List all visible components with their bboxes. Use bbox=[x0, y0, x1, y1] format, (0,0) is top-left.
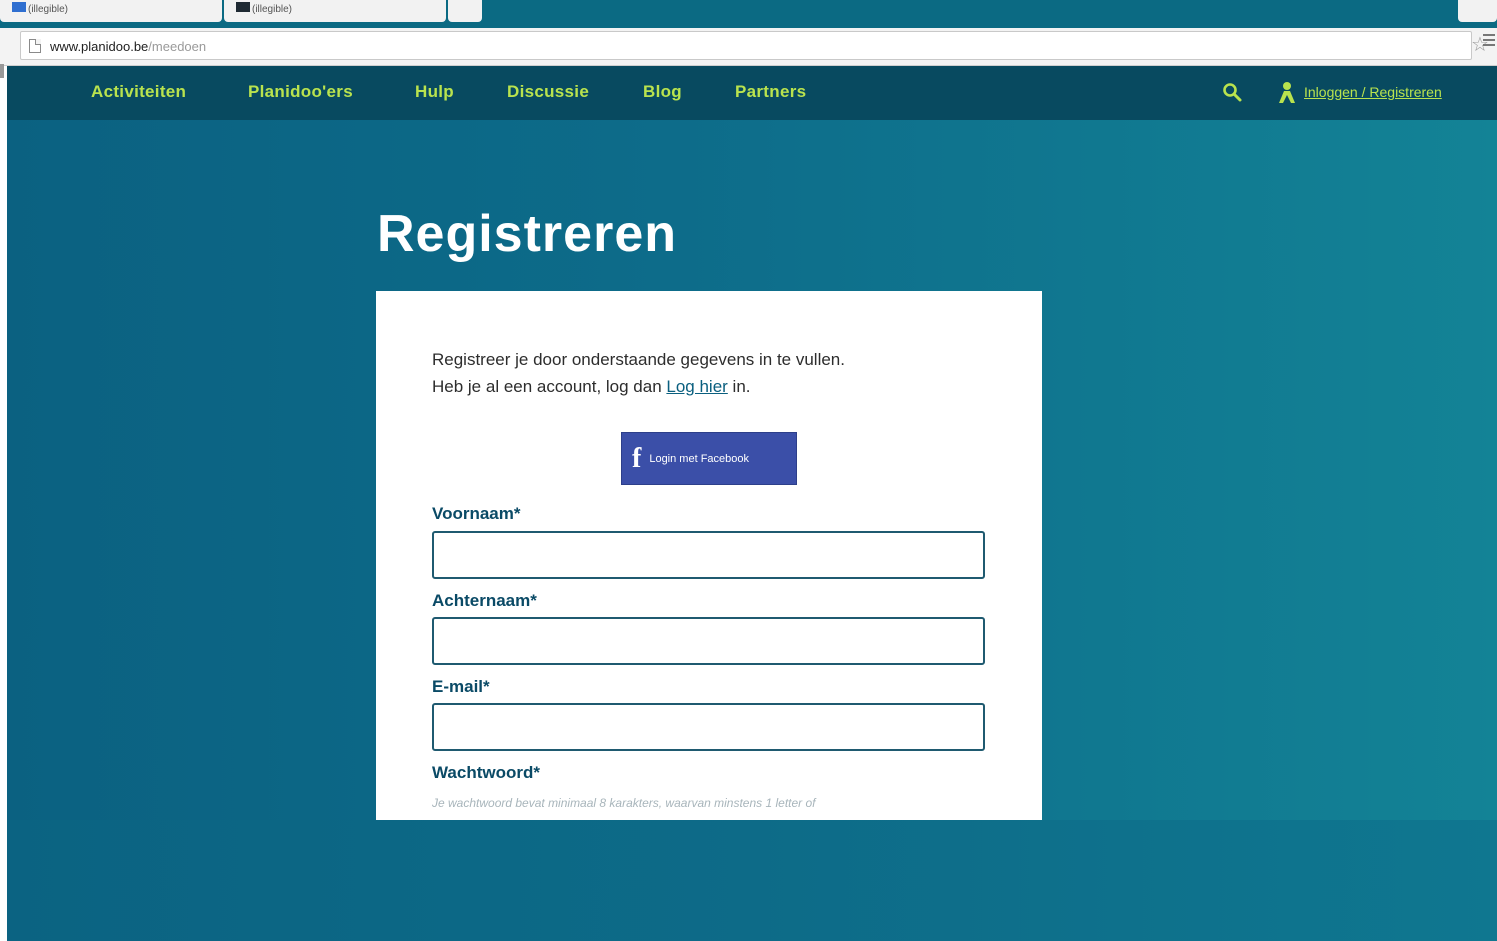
nav-item-discussie[interactable]: Discussie bbox=[507, 82, 589, 102]
browser-tab-strip: (illegible) (illegible) bbox=[0, 0, 1497, 28]
page-icon bbox=[29, 39, 41, 53]
user-icon bbox=[1279, 82, 1295, 103]
nav-item-blog[interactable]: Blog bbox=[643, 82, 682, 102]
form-intro: Registreer je door onderstaande gegevens… bbox=[432, 346, 845, 400]
nav-item-activiteiten[interactable]: Activiteiten bbox=[91, 82, 186, 102]
browser-tab[interactable]: (illegible) bbox=[0, 0, 222, 22]
tab-label: (illegible) bbox=[28, 4, 69, 15]
new-tab-button[interactable] bbox=[448, 0, 482, 22]
facebook-button-label: Login met Facebook bbox=[649, 452, 749, 465]
url-text[interactable]: www.planidoo.be/meedoen bbox=[50, 39, 206, 54]
search-icon[interactable] bbox=[1221, 81, 1243, 103]
intro-text-end: in. bbox=[727, 377, 751, 396]
nav-item-hulp[interactable]: Hulp bbox=[415, 82, 454, 102]
url-host: www.planidoo.be bbox=[50, 39, 149, 54]
browser-toolbar: www.planidoo.be/meedoen ☆ bbox=[0, 28, 1497, 78]
first-name-field[interactable] bbox=[432, 531, 985, 579]
password-hint: Je wachtwoord bevat minimaal 8 karakters… bbox=[432, 796, 816, 810]
address-bar[interactable]: www.planidoo.be/meedoen ☆ bbox=[20, 31, 1489, 60]
page-footer-area bbox=[7, 820, 1497, 941]
last-name-field[interactable] bbox=[432, 617, 985, 665]
page-title: Registreren bbox=[377, 205, 677, 263]
site-navigation: Activiteiten Planidoo'ers Hulp Discussie… bbox=[7, 66, 1497, 120]
tab-label: (illegible) bbox=[252, 4, 293, 15]
back-button[interactable] bbox=[0, 64, 4, 78]
intro-line-2: Heb je al een account, log dan Log hier … bbox=[432, 373, 845, 400]
password-label: Wachtwoord* bbox=[432, 763, 540, 782]
nav-item-partners[interactable]: Partners bbox=[735, 82, 806, 102]
nav-item-planidooers[interactable]: Planidoo'ers bbox=[248, 82, 353, 102]
window-controls[interactable] bbox=[1458, 0, 1497, 22]
last-name-label: Achternaam* bbox=[432, 591, 537, 610]
email-field[interactable] bbox=[432, 703, 985, 751]
first-name-label: Voornaam* bbox=[432, 504, 521, 523]
url-path: /meedoen bbox=[148, 39, 207, 54]
browser-menu-icon[interactable] bbox=[1483, 34, 1495, 48]
facebook-icon: f bbox=[632, 442, 642, 474]
intro-text: Heb je al een account, log dan bbox=[432, 377, 667, 396]
registration-form: Registreer je door onderstaande gegevens… bbox=[376, 291, 1042, 820]
favicon-icon bbox=[12, 2, 26, 12]
favicon-icon bbox=[236, 2, 250, 12]
facebook-login-button[interactable]: f Login met Facebook bbox=[621, 432, 797, 485]
login-register-link[interactable]: Inloggen / Registreren bbox=[1304, 84, 1442, 100]
email-label: E-mail* bbox=[432, 677, 490, 696]
intro-line-1: Registreer je door onderstaande gegevens… bbox=[432, 350, 845, 369]
page-viewport: Activiteiten Planidoo'ers Hulp Discussie… bbox=[7, 66, 1497, 941]
login-here-link[interactable]: Log hier bbox=[666, 377, 727, 396]
browser-tab[interactable]: (illegible) bbox=[224, 0, 446, 22]
